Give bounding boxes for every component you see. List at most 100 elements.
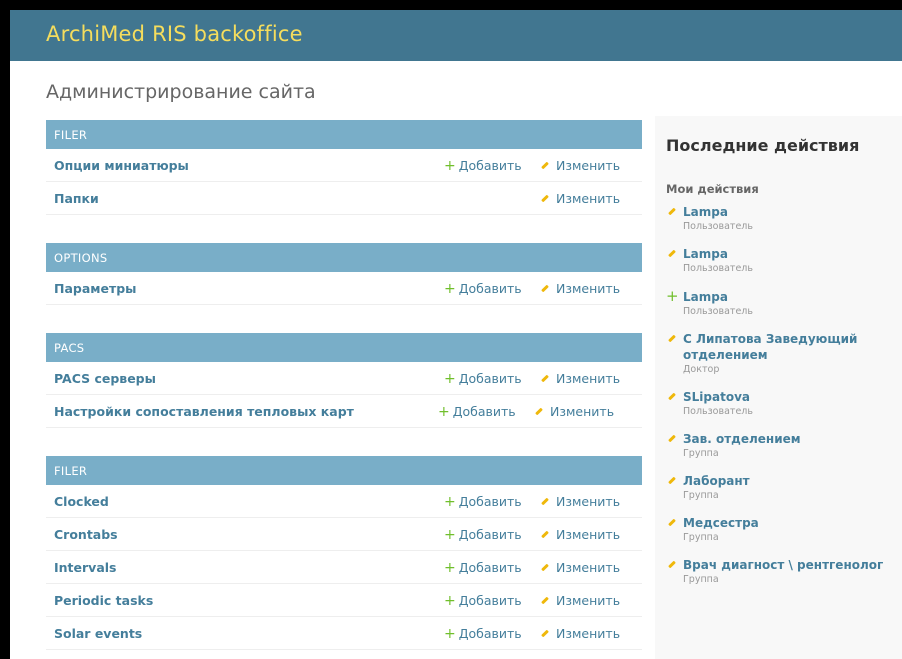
change-button[interactable]: Изменить	[538, 281, 620, 296]
action-name: Lampa	[683, 205, 728, 219]
edit-icon	[668, 249, 676, 258]
change-label: Изменить	[556, 494, 621, 509]
edit-icon	[535, 407, 543, 415]
change-button[interactable]: Изменить	[538, 527, 620, 542]
action-type: Группа	[683, 448, 719, 459]
edit-icon	[541, 194, 549, 202]
change-label: Изменить	[556, 158, 621, 173]
edit-icon	[541, 284, 549, 292]
action-name: С Липатова Заведующий отделением	[683, 332, 858, 362]
add-label: Добавить	[458, 626, 522, 641]
list-item: Лаборант Группа	[666, 473, 896, 502]
model-link[interactable]: Periodic tasks	[54, 593, 153, 608]
add-icon: +	[444, 593, 456, 609]
model-link[interactable]: Опции миниатюры	[54, 158, 189, 173]
action-name: Врач диагност \ рентгенолог	[683, 558, 884, 572]
action-link[interactable]: + Lampa	[666, 288, 896, 305]
module-caption[interactable]: PACS	[46, 333, 642, 362]
action-name: SLipatova	[683, 390, 750, 404]
change-label: Изменить	[556, 527, 621, 542]
table-row: Crontabs + Добавить Изменить	[46, 518, 642, 551]
add-icon: +	[444, 560, 456, 576]
change-button[interactable]: Изменить	[538, 371, 620, 386]
edit-icon	[541, 563, 549, 571]
add-button[interactable]: + Добавить	[444, 494, 522, 510]
model-link[interactable]: Crontabs	[54, 527, 118, 542]
change-button[interactable]: Изменить	[538, 494, 620, 509]
site-brand[interactable]: ArchiMed RIS backoffice	[46, 22, 303, 46]
action-name: Лаборант	[683, 474, 750, 488]
module-filer-tasks: FILER Clocked + Добавить Изменить Crontab…	[46, 456, 642, 650]
edit-icon	[668, 560, 676, 569]
add-button[interactable]: + Добавить	[444, 158, 522, 174]
action-link[interactable]: Медсестра	[666, 515, 896, 531]
add-button[interactable]: + Добавить	[444, 371, 522, 387]
action-link[interactable]: С Липатова Заведующий отделением	[666, 331, 896, 363]
action-type: Группа	[683, 574, 719, 585]
add-label: Добавить	[458, 560, 522, 575]
action-link[interactable]: Врач диагност \ рентгенолог	[666, 557, 896, 573]
module-filer: FILER Опции миниатюры + Добавить Изменить…	[46, 120, 642, 215]
model-link[interactable]: Папки	[54, 191, 99, 206]
module-options: OPTIONS Параметры + Добавить Изменить	[46, 243, 642, 305]
add-label: Добавить	[458, 281, 522, 296]
action-type: Пользователь	[683, 263, 753, 274]
add-button[interactable]: + Добавить	[444, 527, 522, 543]
model-link[interactable]: Intervals	[54, 560, 116, 575]
change-button[interactable]: Изменить	[538, 158, 620, 173]
my-actions-heading: Мои действия	[666, 182, 759, 196]
model-link[interactable]: Настройки сопоставления тепловых карт	[54, 404, 354, 419]
module-pacs: PACS PACS серверы + Добавить Изменить Нас…	[46, 333, 642, 428]
change-button[interactable]: Изменить	[538, 626, 620, 641]
site-header: ArchiMed RIS backoffice	[10, 10, 902, 61]
module-caption[interactable]: OPTIONS	[46, 243, 642, 272]
add-label: Добавить	[458, 527, 522, 542]
action-name: Зав. отделением	[683, 432, 801, 446]
edit-icon	[668, 207, 676, 216]
edit-icon	[541, 629, 549, 637]
add-icon: +	[444, 371, 456, 387]
admin-window: ArchiMed RIS backoffice Администрировани…	[10, 10, 902, 659]
change-label: Изменить	[556, 593, 621, 608]
edit-icon	[541, 497, 549, 505]
change-label: Изменить	[556, 371, 621, 386]
module-caption[interactable]: FILER	[46, 120, 642, 149]
action-link[interactable]: Lampa	[666, 204, 896, 220]
model-link[interactable]: PACS серверы	[54, 371, 156, 386]
add-button[interactable]: + Добавить	[438, 404, 516, 420]
add-button[interactable]: + Добавить	[444, 281, 522, 297]
add-label: Добавить	[452, 404, 516, 419]
model-link[interactable]: Clocked	[54, 494, 109, 509]
edit-icon	[541, 530, 549, 538]
action-link[interactable]: SLipatova	[666, 389, 896, 405]
table-row: Solar events + Добавить Изменить	[46, 617, 642, 650]
list-item: С Липатова Заведующий отделением Доктор	[666, 331, 896, 376]
model-link[interactable]: Solar events	[54, 626, 142, 641]
edit-icon	[668, 434, 676, 443]
action-type: Пользователь	[683, 221, 753, 232]
add-button[interactable]: + Добавить	[444, 626, 522, 642]
edit-icon	[541, 596, 549, 604]
change-button[interactable]: Изменить	[538, 593, 620, 608]
add-icon: +	[444, 158, 456, 174]
action-name: Lampa	[683, 247, 728, 261]
change-button[interactable]: Изменить	[532, 404, 614, 419]
list-item: Lampa Пользователь	[666, 204, 896, 233]
change-label: Изменить	[556, 191, 621, 206]
add-button[interactable]: + Добавить	[444, 593, 522, 609]
action-link[interactable]: Lampa	[666, 246, 896, 262]
change-button[interactable]: Изменить	[538, 191, 620, 206]
edit-icon	[541, 374, 549, 382]
action-type: Пользователь	[683, 306, 753, 317]
table-row: Параметры + Добавить Изменить	[46, 272, 642, 305]
add-button[interactable]: + Добавить	[444, 560, 522, 576]
recent-actions-panel: Последние действия Мои действия Lampa По…	[655, 116, 902, 659]
action-link[interactable]: Зав. отделением	[666, 431, 896, 447]
table-row: PACS серверы + Добавить Изменить	[46, 362, 642, 395]
list-item: Медсестра Группа	[666, 515, 896, 544]
change-button[interactable]: Изменить	[538, 560, 620, 575]
action-link[interactable]: Лаборант	[666, 473, 896, 489]
add-icon: +	[444, 626, 456, 642]
module-caption[interactable]: FILER	[46, 456, 642, 485]
model-link[interactable]: Параметры	[54, 281, 136, 296]
